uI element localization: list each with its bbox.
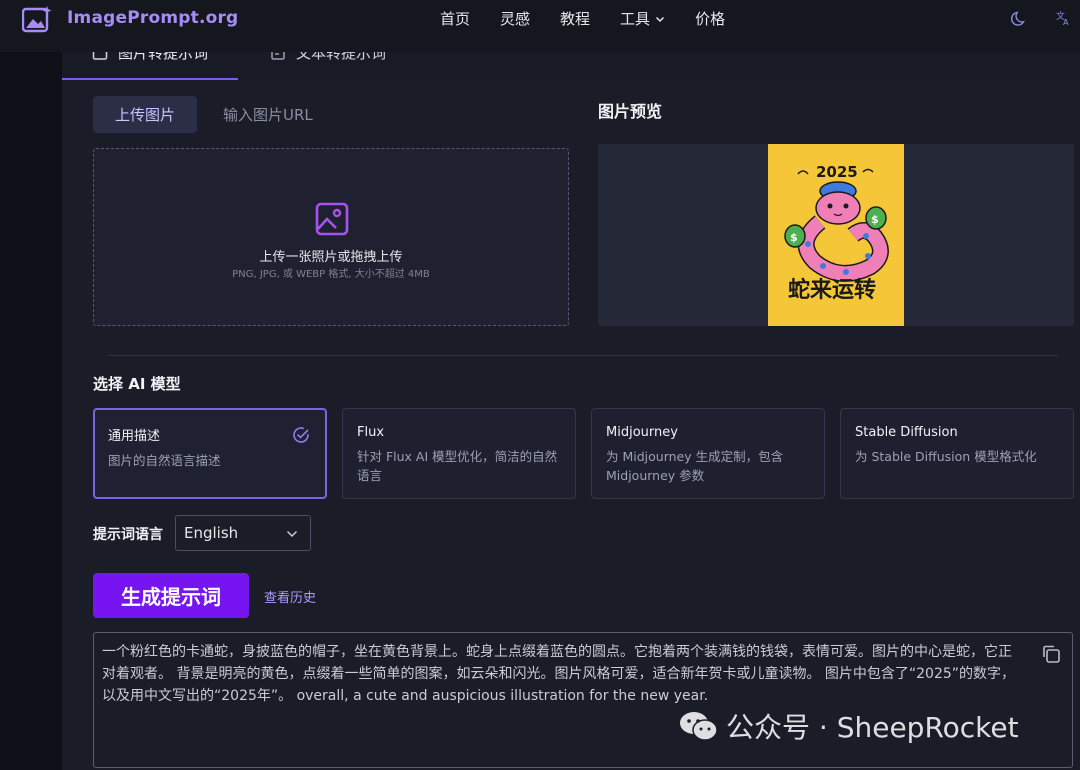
generate-prompt-button[interactable]: 生成提示词	[93, 573, 249, 618]
model-card-flux[interactable]: Flux 针对 Flux AI 模型优化，简洁的自然语言	[342, 408, 576, 499]
model-name: 通用描述	[108, 429, 161, 444]
preview-title: 图片预览	[598, 102, 663, 121]
main-nav: 首页 灵感 教程 工具 价格	[440, 8, 755, 29]
nav-home[interactable]: 首页	[440, 8, 470, 29]
prompt-language-select[interactable]: English	[175, 515, 311, 551]
logo-image-icon[interactable]	[22, 5, 52, 33]
prompt-language-value: English	[184, 524, 239, 542]
view-history-link[interactable]: 查看历史	[264, 587, 316, 606]
dropzone-hint: PNG, JPG, 或 WEBP 格式, 大小不超过 4MB	[232, 269, 430, 280]
dropzone-title: 上传一张照片或拖拽上传	[259, 250, 403, 265]
model-card-stable-diffusion[interactable]: Stable Diffusion 为 Stable Diffusion 模型格式…	[840, 408, 1074, 499]
translate-icon[interactable]: 文A	[1055, 9, 1073, 27]
wechat-icon	[680, 712, 718, 741]
illustration-year: 2025	[816, 163, 858, 181]
subtab-upload-image[interactable]: 上传图片	[93, 96, 197, 133]
nav-inspiration[interactable]: 灵感	[500, 8, 530, 29]
prompt-language-label: 提示词语言	[93, 527, 163, 543]
model-card-midjourney[interactable]: Midjourney 为 Midjourney 生成定制，包含 Midjourn…	[591, 408, 825, 499]
preview-image: 2025 $ $ 蛇来运转	[768, 144, 904, 326]
moon-icon[interactable]	[1011, 9, 1029, 27]
chevron-down-icon	[656, 16, 665, 22]
illustration-caption: 蛇来运转	[788, 277, 876, 303]
watermark-text: 公众号 · SheepRocket	[726, 711, 1019, 744]
copy-icon[interactable]	[1040, 643, 1062, 665]
active-tab-indicator	[62, 78, 238, 80]
left-sidebar-strip	[0, 0, 62, 770]
snake-illustration: 2025 $ $ 蛇来运转	[784, 163, 889, 303]
nav-pricing[interactable]: 价格	[695, 8, 725, 29]
model-desc: 为 Midjourney 生成定制，包含 Midjourney 参数	[606, 449, 784, 483]
prompt-result-box[interactable]: 一个粉红色的卡通蛇，身披蓝色的帽子，坐在黄色背景上。蛇身上点缀着蓝色的圆点。它抱…	[93, 632, 1073, 768]
nav-tools-label: 工具	[620, 10, 651, 28]
prompt-result-text: 一个粉红色的卡通蛇，身披蓝色的帽子，坐在黄色背景上。蛇身上点缀着蓝色的圆点。它抱…	[102, 644, 1016, 704]
svg-text:A: A	[1063, 18, 1069, 27]
image-upload-icon	[315, 202, 349, 236]
model-name: Flux	[357, 425, 385, 440]
model-name: Stable Diffusion	[855, 425, 958, 440]
model-card-general[interactable]: 通用描述 图片的自然语言描述	[93, 408, 327, 499]
nav-tools[interactable]: 工具	[620, 8, 665, 29]
svg-text:$: $	[871, 213, 879, 226]
svg-text:$: $	[790, 231, 798, 244]
section-divider	[108, 355, 1058, 356]
model-desc: 图片的自然语言描述	[108, 453, 221, 468]
subtab-image-url[interactable]: 输入图片URL	[223, 104, 313, 125]
check-circle-icon	[293, 427, 309, 443]
chevron-down-icon	[286, 530, 298, 538]
model-desc: 针对 Flux AI 模型优化，简洁的自然语言	[357, 449, 558, 483]
model-name: Midjourney	[606, 425, 678, 440]
model-desc: 为 Stable Diffusion 模型格式化	[855, 449, 1037, 464]
app-name[interactable]: ImagePrompt.org	[67, 8, 238, 28]
top-header: ImagePrompt.org 首页 灵感 教程 工具 价格 文A	[0, 0, 1080, 52]
model-section-title: 选择 AI 模型	[93, 375, 181, 393]
image-preview: 2025 $ $ 蛇来运转	[598, 144, 1074, 326]
nav-tutorials[interactable]: 教程	[560, 8, 590, 29]
watermark: 公众号 · SheepRocket	[678, 706, 1019, 746]
upload-dropzone[interactable]: 上传一张照片或拖拽上传 PNG, JPG, 或 WEBP 格式, 大小不超过 4…	[93, 148, 569, 326]
